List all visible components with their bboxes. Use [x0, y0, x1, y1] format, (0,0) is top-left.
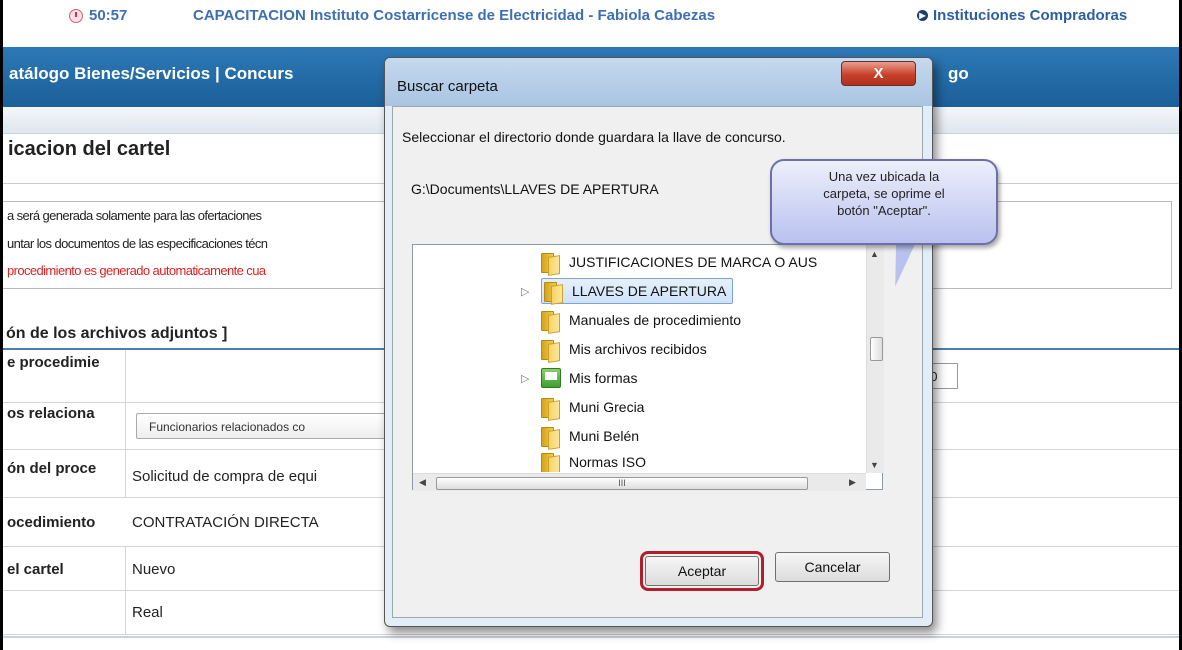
cancelar-button[interactable]: Cancelar — [775, 552, 890, 582]
notice-line: untar los documentos de las especificaci… — [7, 236, 268, 251]
nav-menu-right[interactable]: go — [948, 64, 969, 84]
bottom-rule — [3, 636, 1179, 638]
tree-item-label: Mis formas — [569, 370, 638, 386]
tree-item[interactable]: ▷ Mis formas — [521, 365, 638, 391]
callout-text: Una vez ubicada la carpeta, se oprime el… — [823, 169, 945, 218]
section-title: ón de los archivos adjuntos ] — [6, 325, 228, 342]
institutions-link[interactable]: ▶ Instituciones Compradoras — [917, 7, 1127, 24]
row-value: Solicitud de compra de equi — [132, 468, 318, 485]
tree-item-label: Manuales de procedimiento — [569, 312, 741, 328]
folder-icon — [541, 338, 561, 360]
scroll-right-icon[interactable]: ▶ — [849, 477, 856, 488]
timer-text: 50:57 — [89, 7, 128, 24]
horizontal-scroll-thumb[interactable]: III — [436, 477, 808, 490]
tree-item-label: Muni Grecia — [569, 399, 645, 415]
vertical-scroll-thumb[interactable] — [870, 337, 883, 361]
folder-icon — [541, 251, 561, 273]
tree-item[interactable]: Muni Grecia — [541, 394, 644, 420]
tree-item-label: LLAVES DE APERTURA — [572, 283, 727, 299]
page-title: icacion del cartel — [8, 138, 171, 160]
scroll-up-icon[interactable]: ▲ — [870, 249, 879, 259]
scroll-left-icon[interactable]: ◀ — [419, 477, 426, 488]
instruction-callout: Una vez ubicada la carpeta, se oprime el… — [770, 159, 998, 245]
dialog-title: Buscar carpeta — [397, 78, 498, 95]
folder-icon — [541, 396, 561, 418]
institutions-label: Instituciones Compradoras — [933, 7, 1128, 24]
row-label: os relaciona — [7, 405, 95, 422]
clock-icon — [69, 8, 83, 23]
folder-icon — [541, 452, 561, 472]
tree-item[interactable]: JUSTIFICACIONES DE MARCA O AUS — [541, 249, 817, 275]
tree-item-label: Normas ISO — [569, 454, 647, 470]
horizontal-scrollbar[interactable]: ◀ III ▶ — [413, 473, 866, 491]
row-value: CONTRATACIÓN DIRECTA — [132, 514, 319, 531]
folder-tree[interactable]: JUSTIFICACIONES DE MARCA O AUS ▷ LLAVES … — [412, 244, 884, 491]
folder-icon — [544, 280, 564, 302]
tree-item-selected[interactable]: ▷ LLAVES DE APERTURA — [521, 278, 734, 304]
close-button[interactable]: X — [841, 61, 916, 86]
selected-path: G:\Documents\LLAVES DE APERTURA — [411, 181, 659, 197]
browse-folder-dialog: Buscar carpeta X Seleccionar el director… — [384, 57, 933, 627]
row-label: el cartel — [7, 561, 64, 578]
dialog-description: Seleccionar el directorio donde guardara… — [402, 129, 786, 145]
nav-menu-items[interactable]: atálogo Bienes/Servicios | Concurs — [9, 64, 293, 84]
tree-item[interactable]: Manuales de procedimiento — [541, 307, 741, 333]
vertical-scrollbar[interactable]: ▲ ▼ — [866, 245, 884, 473]
folder-icon — [541, 425, 561, 447]
forms-icon — [541, 368, 561, 388]
notice-line: a será generada solamente para las ofert… — [7, 208, 262, 223]
row-label: ón del proce — [7, 460, 97, 477]
tree-item-label: Mis archivos recibidos — [569, 341, 707, 357]
tree-item[interactable]: Normas ISO — [541, 452, 646, 472]
funcionarios-dropdown[interactable]: Funcionarios relacionados co — [136, 413, 426, 439]
row-value: Nuevo — [132, 561, 176, 578]
row-label: e procedimie — [7, 354, 100, 371]
tree-item[interactable]: Muni Belén — [541, 423, 639, 449]
row-label: ocedimiento — [7, 514, 96, 531]
tree-item-label: Muni Belén — [569, 428, 640, 444]
tree-item-label: JUSTIFICACIONES DE MARCA O AUS — [569, 254, 818, 270]
session-info: CAPACITACION Instituto Costarricense de … — [193, 7, 716, 24]
notice-line-warning: procedimiento es generado automaticament… — [7, 263, 266, 278]
expand-arrow-icon[interactable]: ▷ — [521, 285, 529, 298]
row-value: Real — [132, 604, 163, 621]
tree-item[interactable]: Mis archivos recibidos — [541, 336, 707, 362]
top-bar: 50:57 CAPACITACION Instituto Costarricen… — [3, 0, 1179, 34]
folder-icon — [541, 309, 561, 331]
expand-arrow-icon[interactable]: ▷ — [521, 372, 529, 385]
scroll-down-icon[interactable]: ▼ — [870, 460, 879, 470]
arrow-bullet-icon: ▶ — [917, 10, 928, 21]
session-timer: 50:57 — [69, 7, 127, 24]
aceptar-button[interactable]: Aceptar — [640, 551, 764, 591]
